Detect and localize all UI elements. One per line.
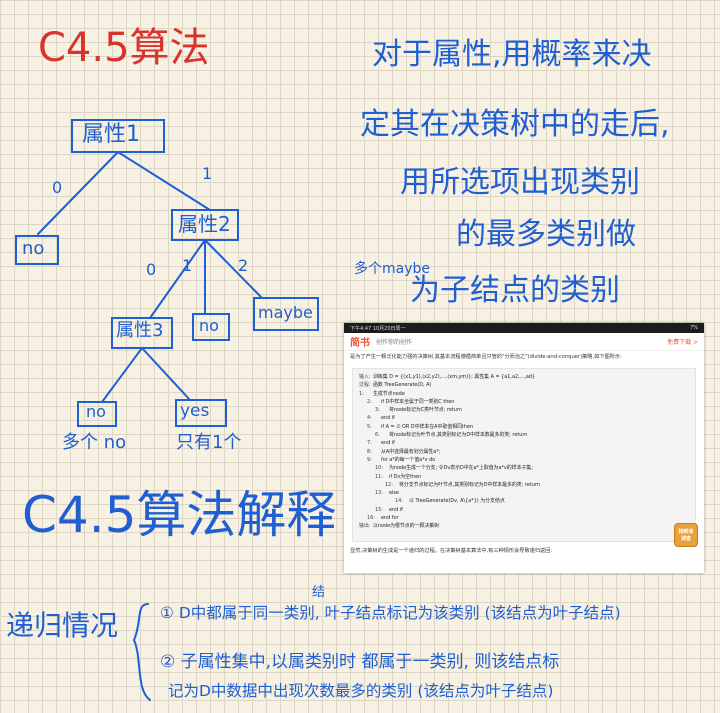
algorithm-line-text: else: [389, 490, 399, 497]
algorithm-line-text: 将node标记为C类叶节点; return: [389, 407, 462, 414]
case-2-line-2: 记为D中数据中出现次数最多的类别 (该结点为叶子结点): [168, 682, 554, 700]
promo-badge-bottom: 调查: [680, 536, 691, 542]
algorithm-line-text: 以 TreeGenerate(Dv, A\{a*}) 为分支结点: [409, 498, 505, 505]
tree-leaf-yes: yes: [180, 401, 210, 421]
case-1: ① D中都属于同一类别, 叶子结点标记为该类别 (该结点为叶子结点): [160, 604, 621, 622]
algorithm-line-text: end if: [381, 415, 395, 422]
battery-indicator: 7%: [690, 325, 698, 331]
algorithm-line-number: 8:: [367, 448, 372, 455]
tree-edge-label-1: 1: [202, 164, 213, 183]
algorithm-line: 7: end if: [359, 439, 689, 447]
algorithm-line-number: 7:: [367, 440, 372, 447]
algorithm-line-text: 函数 TreeGenerate(D, A): [373, 382, 432, 389]
algorithm-line: 13: else: [359, 489, 689, 497]
algorithm-line: 15: end if: [359, 506, 689, 514]
algorithm-line-number: 6:: [375, 432, 380, 439]
article-intro: 是为了产生一颗泛化能力强的决策树,其基本流程遵循简单且只管的"分而治之"(div…: [350, 354, 622, 360]
algorithm-line: 3: 将node标记为C类叶节点; return: [359, 406, 689, 414]
algorithm-line: 5: if A = ∅ OR D中样本在A中取值相同then: [359, 423, 689, 431]
algorithm-line-number: 1:: [359, 390, 364, 397]
algorithm-line-text: end for: [381, 515, 399, 522]
algorithm-line-text: 训练集 D = {(x1,y1),(x2,y2),...,(xm,ym)}; 属…: [373, 374, 536, 380]
article-footer-text: 显然,决策树的生成是一个递归的过程。在决策树基本算法中,有三种情形会导致递归返回…: [350, 548, 553, 554]
status-time: 下午4:47 10月20日周一: [350, 325, 406, 332]
tree-edge-label-0b: 0: [146, 260, 157, 279]
algorithm-line: 8: 从A中选择最有划分属性a*;: [359, 448, 689, 456]
algorithm-line-number: 9:: [367, 456, 372, 463]
algorithm-line-text: 将node标记为叶节点,其类别标记为D中样本数最多的类; return: [389, 432, 528, 439]
algorithm-line-number: 输出:: [359, 523, 371, 530]
tree-node-attr2: 属性2: [178, 212, 231, 236]
tree-caption-yes: 只有1个: [176, 432, 242, 453]
tree-edge-label-1b: 1: [182, 256, 193, 275]
cases-label: 递归情况: [6, 609, 119, 642]
algorithm-line-text: 从A中选择最有划分属性a*;: [381, 448, 441, 455]
algorithm-box: 输入: 训练集 D = {(x1,y1),(x2,y2),...,(xm,ym)}…: [352, 368, 696, 542]
algorithm-line-text: 将分支节点标记为叶节点,其类别标记为D中样本最多的类; return: [399, 481, 540, 488]
tree-leaf-maybe: maybe: [258, 303, 313, 322]
tree-leaf-no-2: no: [199, 316, 219, 335]
tree-leaf-no-1: no: [22, 238, 45, 259]
algorithm-line: 10: 为node生成一个分支; 令Dv表示D中在a*上取值为a*v的样本子集;: [359, 464, 689, 472]
algorithm-line: 输入: 训练集 D = {(x1,y1),(x2,y2),...,(xm,ym)}…: [359, 373, 689, 381]
algorithm-line-number: 11:: [375, 473, 383, 480]
algorithm-line-text: end if: [381, 440, 395, 447]
algorithm-line-number: 5:: [367, 423, 372, 430]
algorithm-line: 2: if D中样本全属于同一类别C then: [359, 398, 689, 406]
tree-edge-label-2b: 2: [238, 256, 249, 275]
algorithm-line: 16: end for: [359, 514, 689, 522]
case-2-line-1: ② 子属性集中,以属类别时 都属于一类别, 则该结点标: [160, 652, 560, 672]
embedded-article-screenshot: 下午4:47 10月20日周一 7% 简书 创作你的创作 免费下载 > 是为了产…: [344, 323, 704, 573]
tree-caption-no: 多个 no: [62, 432, 127, 453]
app-header: 简书 创作你的创作 免费下载 >: [344, 333, 704, 351]
tree-edge-label-0: 0: [52, 178, 63, 197]
tree-node-attr1: 属性1: [82, 122, 140, 147]
algorithm-line-text: if Dv为空then: [389, 473, 422, 480]
algorithm-line-text: 以node为根节点的一颗决策树: [373, 523, 440, 530]
algorithm-line-number: 15:: [375, 506, 383, 513]
algorithm-line: 6: 将node标记为叶节点,其类别标记为D中样本数最多的类; return: [359, 431, 689, 439]
section-title-explain: C4.5算法解释: [22, 486, 337, 544]
algorithm-line-number: 输入:: [359, 374, 371, 380]
algorithm-line-number: 13:: [375, 490, 383, 497]
algorithm-line: 1: 生成节点node: [359, 390, 689, 398]
promo-badge-top: 抢鲜读: [678, 529, 694, 535]
algorithm-line-text: 生成节点node: [373, 390, 405, 397]
algorithm-line: 4: end if: [359, 414, 689, 422]
algorithm-line: 14: 以 TreeGenerate(Dv, A\{a*}) 为分支结点: [359, 497, 689, 505]
tree-node-attr3: 属性3: [116, 320, 164, 341]
algorithm-line-number: 10:: [375, 465, 383, 472]
algorithm-line: 输出: 以node为根节点的一颗决策树: [359, 522, 689, 530]
header-subtitle: 创作你的创作: [376, 339, 413, 346]
algorithm-line-number: 16:: [367, 515, 375, 522]
algorithm-line-number: 14:: [395, 498, 403, 505]
case-1-insert: 结: [312, 585, 326, 600]
algorithm-line-number: 3:: [375, 407, 380, 414]
download-link[interactable]: 免费下载 >: [667, 337, 698, 346]
algorithm-line-number: 4:: [367, 415, 372, 422]
algorithm-line: 9: for a*的每一个值a*v do: [359, 456, 689, 464]
promo-badge[interactable]: 抢鲜读 调查: [674, 523, 698, 547]
algorithm-line-text: if A = ∅ OR D中样本在A中取值相同then: [381, 423, 474, 430]
algorithm-line-text: 为node生成一个分支; 令Dv表示D中在a*上取值为a*v的样本子集;: [389, 465, 533, 472]
algorithm-line-text: for a*的每一个值a*v do: [381, 456, 436, 463]
algorithm-line-number: 2:: [367, 398, 372, 405]
algorithm-line-text: end if: [389, 506, 403, 513]
status-bar: 下午4:47 10月20日周一 7%: [344, 323, 704, 333]
algorithm-line-text: if D中样本全属于同一类别C then: [381, 398, 455, 405]
algorithm-line: 过程: 函数 TreeGenerate(D, A): [359, 381, 689, 389]
jianshu-logo[interactable]: 简书: [350, 334, 370, 349]
tree-leaf-no-3: no: [86, 402, 106, 421]
algorithm-line: 11: if Dv为空then: [359, 473, 689, 481]
algorithm-line-number: 12:: [385, 481, 393, 488]
algorithm-line-number: 过程:: [359, 382, 371, 389]
algorithm-line: 12: 将分支节点标记为叶节点,其类别标记为D中样本最多的类; return: [359, 481, 689, 489]
